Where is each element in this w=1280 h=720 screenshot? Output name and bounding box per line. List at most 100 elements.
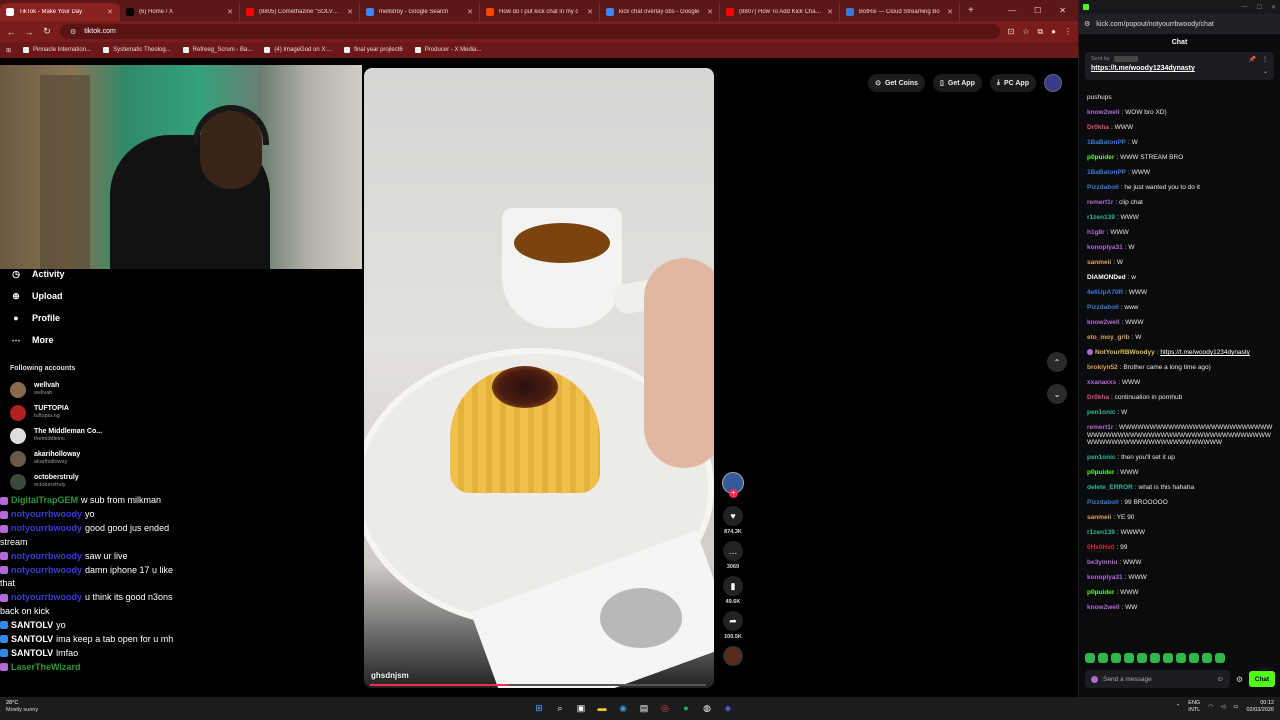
emote-icon[interactable] [1202,653,1212,663]
share-icon[interactable]: ➦ [723,611,743,631]
chat-username[interactable]: NotYourRBWoodyy [1095,349,1155,356]
clock[interactable]: 00:12 02/03/2026 [1246,700,1274,714]
browser-tab[interactable]: TikTok - Make Your Day ✕ [0,3,120,21]
sidebar-item-more[interactable]: ⋯ More [10,329,340,351]
comment-action[interactable]: … 3069 [723,541,743,570]
following-account[interactable]: octoberstruly octoberstruly [10,470,340,493]
chat-username[interactable]: p0puider [1087,589,1114,596]
chat-username[interactable]: 1BaBatonPP [1087,139,1126,146]
site-info-icon[interactable]: ⚙ [1084,20,1090,28]
chat-username[interactable]: h1g8r [1087,229,1105,236]
chat-username[interactable]: 4e6UpA70R [1087,289,1123,296]
chat-username[interactable]: Dr0kha [1087,124,1109,131]
chat-username[interactable]: know2well [1087,319,1120,326]
get-coins-button[interactable]: ⊙ Get Coins [868,74,926,92]
chat-username[interactable]: know2well [1087,604,1120,611]
emote-icon[interactable] [1163,653,1173,663]
chat-username[interactable]: brokiyn52 [1087,364,1118,371]
bookmark-star-icon[interactable]: ☆ [1022,27,1029,37]
chat-username[interactable]: p0puider [1087,469,1114,476]
share-action[interactable]: ➦ 100.5K [723,611,743,640]
url-field[interactable]: ⚙ tiktok.com [60,24,1000,39]
browser-tab[interactable]: (8807) How To Add Kick Chat C ✕ [720,3,840,21]
close-icon[interactable]: ✕ [1271,4,1276,11]
browser-tab[interactable]: BotRix — Cloud Streaming Bo ✕ [840,3,960,21]
more-options-icon[interactable]: ⋮ [1262,56,1268,63]
comment-icon[interactable]: … [723,541,743,561]
pinned-message[interactable]: Sent by https://t.me/woody1234dynasty 📌 … [1085,52,1274,80]
creator-avatar[interactable]: + [722,472,744,498]
sidebar-item-upload[interactable]: ⊕ Upload [10,285,340,307]
battery-icon[interactable]: ▭ [1233,704,1238,710]
chat-username[interactable]: konoplya31 [1087,574,1123,581]
edge-icon[interactable]: ◉ [616,701,630,715]
following-account[interactable]: akariholloway akariholloway [10,447,340,470]
browser-tab[interactable]: mellstroy - Google Search ✕ [360,3,480,21]
pinned-link[interactable]: https://t.me/woody1234dynasty [1091,65,1268,72]
emote-icon[interactable] [1137,653,1147,663]
pin-icon[interactable]: 📌 [1249,56,1256,63]
chat-username[interactable]: DIAMONDed [1087,274,1126,281]
chat-username[interactable]: sanmeii [1087,259,1111,266]
pc-app-button[interactable]: ⤓ PC App [989,74,1036,92]
emote-icon[interactable] [1098,653,1108,663]
sidebar-item-activity[interactable]: ◷ Activity [10,263,340,285]
browser-tab[interactable]: (6) Home / X ✕ [120,3,240,21]
chat-username[interactable]: Dr0kha [1087,394,1109,401]
bookmark-item[interactable]: Refreeg_Scrum - Ba... [182,47,252,53]
bookmark-item[interactable]: Pinnacle Internation... [23,47,91,53]
chat-username[interactable]: eto_moy_grib [1087,334,1130,341]
close-icon[interactable]: ✕ [1059,6,1066,15]
chat-username[interactable]: remert1r [1087,424,1113,431]
chat-username[interactable]: pen1onic [1087,409,1116,416]
spotify-icon[interactable]: ● [679,701,693,715]
chat-username[interactable]: delete_ERROR [1087,484,1133,491]
tab-close-icon[interactable]: ✕ [467,8,473,16]
emoji-icon[interactable]: ☺ [1217,676,1224,683]
chat-username[interactable]: Pizzdaboll [1087,499,1119,506]
music-disc-icon[interactable] [723,646,743,666]
chat-input[interactable]: Send a message ☺ [1085,670,1230,688]
store-icon[interactable]: ▤ [637,701,651,715]
send-chat-button[interactable]: Chat [1249,671,1275,687]
discord-icon[interactable]: ◈ [721,701,735,715]
following-account[interactable]: wellvah wellvah [10,378,340,401]
follow-plus-icon[interactable]: + [729,489,738,498]
new-tab-button[interactable]: + [960,5,982,16]
weather-widget[interactable]: 28°C Mostly sunny [6,700,38,714]
install-icon[interactable]: ⊡ [1008,27,1015,37]
bookmark-item[interactable]: Systematic Theolog... [103,47,171,53]
tab-close-icon[interactable]: ✕ [347,8,353,16]
search-icon[interactable]: ⌕ [553,701,567,715]
minimize-icon[interactable]: — [1242,4,1248,11]
emote-icon[interactable] [1085,653,1095,663]
chat-username[interactable]: be3ymniu [1087,559,1117,566]
back-icon[interactable]: ← [6,27,16,37]
bookmark-icon[interactable]: ▮ [723,576,743,596]
bookmark-item[interactable]: final year projlect6 [344,47,403,53]
emote-icon[interactable] [1189,653,1199,663]
windows-start-icon[interactable]: ⊞ [532,701,546,715]
file-explorer-icon[interactable]: ▬ [595,701,609,715]
forward-icon[interactable]: → [24,27,34,37]
video-player[interactable]: ghsdnjsm [364,68,714,688]
chevron-down-icon[interactable]: ⌄ [1263,68,1268,75]
language-indicator[interactable]: ENG INTL [1188,700,1200,714]
site-info-icon[interactable]: ⚙ [70,28,76,36]
emote-icon[interactable] [1215,653,1225,663]
tab-close-icon[interactable]: ✕ [827,8,833,16]
profile-icon[interactable]: ● [1051,27,1056,37]
following-account[interactable]: TUFTOPIA tuftopia.ng [10,401,340,424]
menu-icon[interactable]: ⋮ [1064,27,1072,37]
reload-icon[interactable]: ↻ [42,26,52,37]
chat-username[interactable]: pen1onic [1087,454,1116,461]
chat-username[interactable]: konoplya31 [1087,244,1123,251]
chat-username[interactable]: 1BaBatonPP [1087,169,1126,176]
chat-username[interactable]: p0puider [1087,154,1114,161]
emote-icon[interactable] [1111,653,1121,663]
save-action[interactable]: ▮ 49.6K [723,576,743,605]
user-avatar[interactable] [1044,74,1062,92]
following-account[interactable]: The Middleman Co... themiddleinc [10,424,340,447]
tray-chevron-icon[interactable]: ⌃ [1176,704,1181,710]
chat-username[interactable]: r1zen139 [1087,214,1115,221]
